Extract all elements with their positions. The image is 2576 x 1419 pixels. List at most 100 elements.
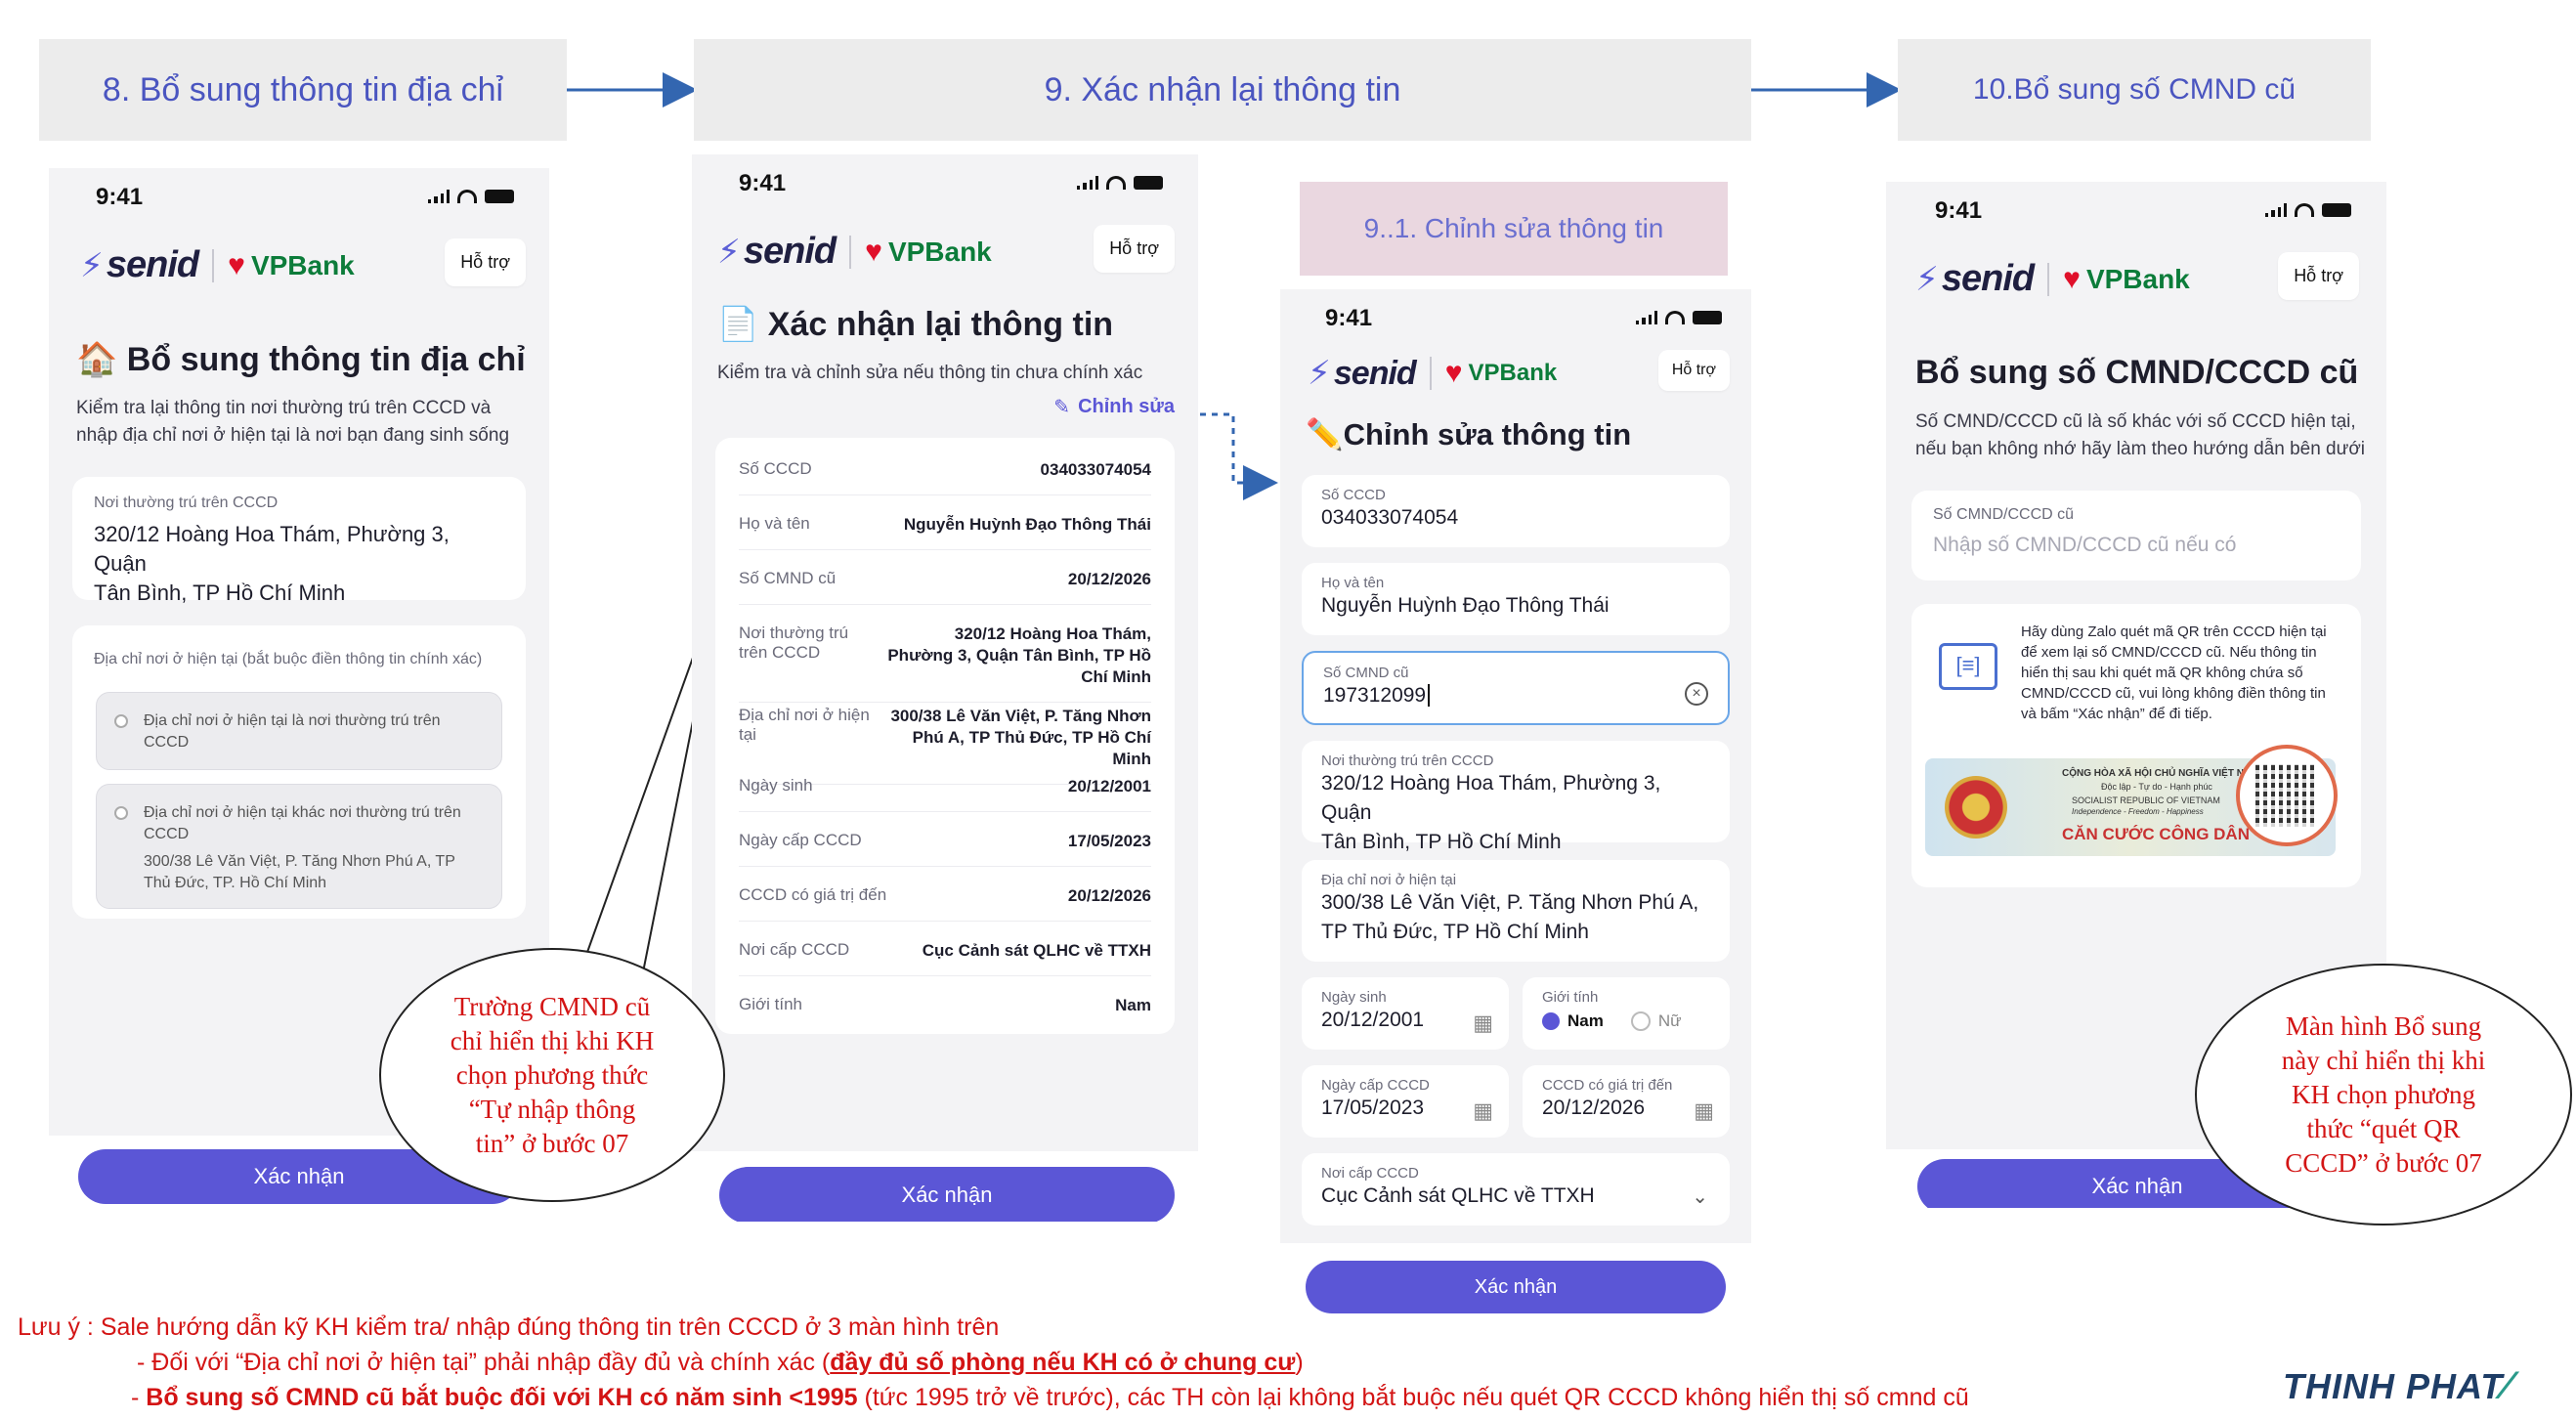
brand-logos: ⚡ senid ♥ VPBank [1308, 354, 1558, 393]
field-issue-date[interactable]: Ngày cấp CCCD 17/05/2023 ▦ [1302, 1065, 1509, 1138]
house-icon: 🏠 [76, 341, 118, 378]
qr-code-icon [2236, 745, 2338, 846]
page-title: 🏠 Bổ sung thông tin địa chỉ [76, 341, 526, 378]
status-time: 9:41 [96, 184, 144, 210]
edit-link[interactable]: ✎ Chỉnh sửa [1053, 395, 1175, 419]
current-address-card: Địa chỉ nơi ở hiện tại (bắt buộc điền th… [72, 625, 526, 919]
vpbank-logo-icon: ♥ [865, 235, 882, 268]
chevron-down-icon: ⌄ [1692, 1186, 1708, 1208]
emblem-icon [1945, 776, 2007, 838]
screen-edit-info: 9:41 ⚡ senid ♥ VPBank Hỗ trợ ✏️Chỉnh sửa t… [1280, 289, 1751, 1315]
page-title: ✏️Chỉnh sửa thông tin [1306, 417, 1632, 452]
step-10-header: 10.Bổ sung số CMND cũ [1898, 39, 2371, 141]
field-full-name[interactable]: Họ và tên Nguyễn Huỳnh Đạo Thông Thái [1302, 563, 1730, 635]
battery-icon [1693, 311, 1722, 324]
confirm-button[interactable]: Xác nhận [1306, 1261, 1726, 1313]
senid-logo-icon: ⚡ [1915, 260, 1939, 298]
status-time: 9:41 [1935, 197, 1983, 224]
arrow-edit-to-91 [1200, 412, 1278, 500]
calendar-icon: ▦ [1473, 1010, 1493, 1035]
wifi-icon [1106, 176, 1126, 190]
screen-confirm: 9:41 ⚡ senid ♥ VPBank Hỗ trợ 📄 Xác nhận lạ… [692, 154, 1198, 1222]
support-button[interactable]: Hỗ trợ [1657, 350, 1730, 391]
field-expiry-date[interactable]: CCCD có giá trị đến 20/12/2026 ▦ [1523, 1065, 1730, 1138]
battery-icon [2322, 203, 2351, 217]
id-card-scan-icon: [≡] [1939, 643, 1997, 690]
field-gender[interactable]: Giới tính Nam Nữ [1523, 977, 1730, 1050]
info-row: Số CMND cũ 20/12/2026 [739, 569, 1151, 605]
field-cccd[interactable]: Số CCCD 034033074054 [1302, 475, 1730, 547]
field-date-of-birth[interactable]: Ngày sinh 20/12/2001 ▦ [1302, 977, 1509, 1050]
info-row: Ngày cấp CCCD 17/05/2023 [739, 831, 1151, 867]
info-row: Địa chỉ nơi ở hiện tại 300/38 Lê Văn Việt… [739, 706, 1151, 785]
note-line-3: - Bổ sung số CMND cũ bắt buộc đối với KH… [131, 1384, 1969, 1411]
field-current-address[interactable]: Địa chỉ nơi ở hiện tại 300/38 Lê Văn Việ… [1302, 860, 1730, 962]
callout-cmnd-field-note: Trường CMND cũ chỉ hiển thị khi KH chọn … [379, 948, 725, 1202]
brand-logos: ⚡ senid ♥ VPBank [80, 244, 355, 285]
wifi-icon [1665, 311, 1685, 324]
info-row: Số CCCD 034033074054 [739, 459, 1151, 495]
field-old-cmnd[interactable]: Số CMND cũ 197312099 × [1302, 651, 1730, 725]
info-row: CCCD có giá trị đến 20/12/2026 [739, 885, 1151, 922]
logo-flag-icon: ⁄ [2503, 1364, 2512, 1407]
status-time: 9:41 [739, 170, 787, 196]
signal-icon [2265, 203, 2287, 217]
brand-logos: ⚡ senid ♥ VPBank [717, 231, 992, 272]
radio-same-address[interactable]: Địa chỉ nơi ở hiện tại là nơi thường trú… [96, 692, 502, 770]
brand-logos: ⚡ senid ♥ VPBank [1915, 258, 2190, 299]
radio-male[interactable]: Nam [1542, 1011, 1604, 1031]
vpbank-logo-icon: ♥ [1444, 357, 1463, 389]
radio-other-address[interactable]: Địa chỉ nơi ở hiện tại khác nơi thường t… [96, 784, 502, 909]
page-subtitle: Kiểm tra lại thông tin nơi thường trú tr… [76, 398, 510, 446]
step-9-header: 9. Xác nhận lại thông tin [694, 39, 1751, 141]
support-button[interactable]: Hỗ trợ [1094, 225, 1175, 273]
qr-guide-card: [≡] Hãy dùng Zalo quét mã QR trên CCCD h… [1911, 604, 2361, 887]
radio-female[interactable]: Nữ [1630, 1011, 1682, 1031]
signal-icon [1636, 311, 1657, 324]
info-row: Ngày sinh 20/12/2001 [739, 776, 1151, 812]
permanent-address-card: Nơi thường trú trên CCCD 320/12 Hoàng Ho… [72, 477, 526, 605]
wifi-icon [2295, 203, 2314, 217]
senid-logo-icon: ⚡ [80, 246, 104, 284]
vpbank-logo-icon: ♥ [2063, 262, 2081, 295]
note-line-2: - Đối với “Địa chỉ nơi ở hiện tại” phải … [137, 1349, 1304, 1376]
support-button[interactable]: Hỗ trợ [445, 238, 526, 286]
calendar-icon: ▦ [1473, 1098, 1493, 1123]
support-button[interactable]: Hỗ trợ [2278, 252, 2359, 300]
battery-icon [485, 190, 514, 203]
info-row: Nơi thường trú trên CCCD 320/12 Hoàng Hoa… [739, 624, 1151, 703]
signal-icon [428, 190, 450, 203]
field-permanent-address[interactable]: Nơi thường trú trên CCCD 320/12 Hoàng Ho… [1302, 741, 1730, 853]
confirm-button[interactable]: Xác nhận [719, 1167, 1175, 1222]
page-title: Bổ sung số CMND/CCCD cũ [1915, 354, 2359, 391]
document-icon: 📄 [717, 306, 759, 343]
note-line-1: Lưu ý : Sale hướng dẫn kỹ KH kiểm tra/ n… [18, 1313, 1000, 1341]
info-row: Giới tính Nam [739, 995, 1151, 1014]
info-row: Nơi cấp CCCD Cục Cảnh sát QLHC về TTXH [739, 940, 1151, 976]
status-icons [428, 190, 514, 203]
callout-qr-screen-note: Màn hình Bổ sung này chỉ hiển thị khi KH… [2195, 964, 2572, 1226]
old-id-input-placeholder: Nhập số CMND/CCCD cũ nếu có [1933, 534, 2237, 556]
thinh-phat-logo: THINH PHAT⁄ [2283, 1364, 2512, 1407]
battery-icon [1134, 176, 1163, 190]
step-9-1-header: 9..1. Chỉnh sửa thông tin [1300, 182, 1728, 276]
senid-logo-icon: ⚡ [1308, 355, 1331, 392]
senid-logo-icon: ⚡ [717, 233, 741, 271]
old-id-field[interactable]: Số CMND/CCCD cũ Nhập số CMND/CCCD cũ nếu… [1911, 491, 2361, 580]
page-subtitle: Số CMND/CCCD cũ là số khác với số CCCD h… [1915, 411, 2366, 459]
step-8-header: 8. Bổ sung thông tin địa chỉ [39, 39, 567, 141]
status-time: 9:41 [1325, 305, 1373, 331]
info-row: Họ và tên Nguyễn Huỳnh Đạo Thông Thái [739, 514, 1151, 550]
clear-icon[interactable]: × [1685, 682, 1708, 706]
page-subtitle: Kiểm tra và chỉnh sửa nếu thông tin chưa… [717, 363, 1143, 383]
page-title: 📄 Xác nhận lại thông tin [717, 306, 1114, 343]
vpbank-logo-icon: ♥ [228, 248, 245, 281]
wifi-icon [457, 190, 477, 203]
field-issue-place[interactable]: Nơi cấp CCCD Cục Cảnh sát QLHC về TTXH ⌄ [1302, 1153, 1730, 1226]
signal-icon [1077, 176, 1098, 190]
status-icons [1636, 311, 1722, 324]
pencil-icon: ✏️ [1306, 417, 1344, 452]
status-icons [2265, 203, 2351, 217]
calendar-icon: ▦ [1694, 1098, 1714, 1123]
info-summary-card: Số CCCD 034033074054 Họ và tên Nguyễn Huỳn… [715, 438, 1175, 1034]
